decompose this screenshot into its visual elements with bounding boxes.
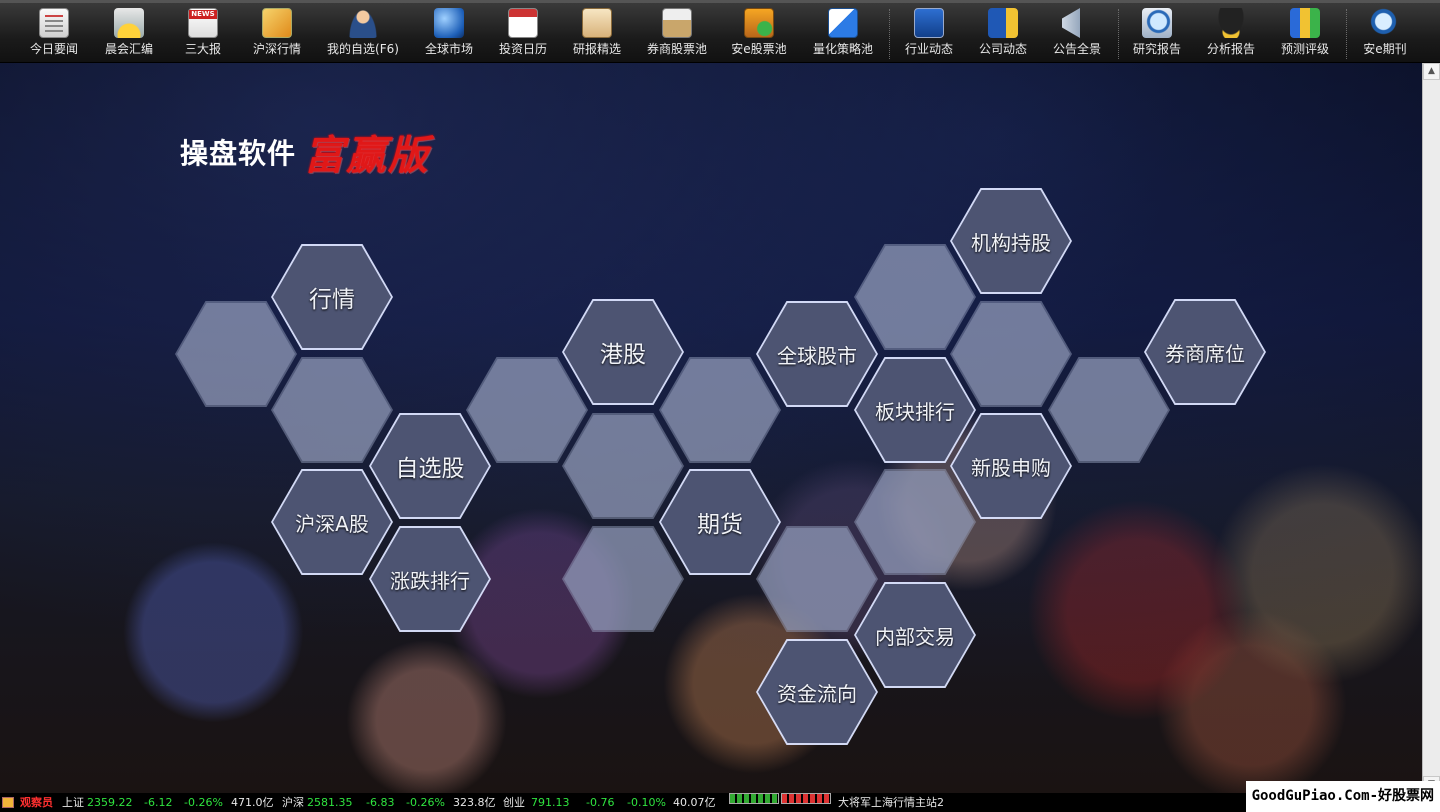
toolbar-btn-daily-news[interactable]: 今日要闻 (20, 6, 88, 62)
calendar-icon (508, 8, 538, 38)
megaphone-icon (1062, 8, 1080, 38)
toolbar-btn-broker-stock-pool[interactable]: 券商股票池 (640, 6, 714, 62)
hex-blank (1048, 357, 1170, 463)
hex-blank (562, 413, 684, 519)
hex-blank (466, 357, 588, 463)
toolbar-btn-sh-sz-quotes[interactable]: 沪深行情 (244, 6, 310, 62)
magnifier-icon (1370, 8, 1400, 38)
sz-index-amount: 323.8亿 (453, 796, 496, 809)
toolbar-separator (889, 9, 890, 59)
user-icon (348, 8, 378, 38)
rating-icon (1290, 8, 1320, 38)
toolbar-btn-quant-strategy-pool[interactable]: 量化策略池 (806, 6, 880, 62)
toolbar-separator (1346, 9, 1347, 59)
hex-watchlist[interactable]: 自选股 (369, 413, 491, 519)
hex-institutional-holdings[interactable]: 机构持股 (950, 188, 1072, 294)
building-icon (988, 8, 1018, 38)
cy-index-change: -0.76 (586, 796, 615, 809)
sh-index-change: -6.12 (144, 796, 173, 809)
sh-index-label: 上证 (62, 796, 84, 809)
product-logo: 操盘软件 富赢版 (180, 123, 430, 181)
hex-hk-stocks[interactable]: 港股 (562, 299, 684, 405)
toolbar-btn-research-reports[interactable]: 研究报告 (1124, 6, 1190, 62)
hex-a-shares[interactable]: 沪深A股 (271, 469, 393, 575)
news-icon (188, 8, 218, 38)
toolbar-btn-announcements[interactable]: 公告全景 (1044, 6, 1110, 62)
hex-global-stocks[interactable]: 全球股市 (756, 301, 878, 407)
sz-index-pct: -0.26% (406, 796, 445, 809)
sh-index-pct: -0.26% (184, 796, 223, 809)
logo-script: 富赢版 (304, 132, 431, 179)
globe-icon (434, 8, 464, 38)
cy-index-pct: -0.10% (627, 796, 666, 809)
monitor-chart-icon (914, 8, 944, 38)
hex-blank (756, 526, 878, 632)
hex-gainers-losers[interactable]: 涨跌排行 (369, 526, 491, 632)
hex-insider-trading[interactable]: 内部交易 (854, 582, 976, 688)
hex-blank (854, 469, 976, 575)
hex-blank (562, 526, 684, 632)
cy-index-label: 创业 (503, 796, 525, 809)
hex-ipo-subscription[interactable]: 新股申购 (950, 413, 1072, 519)
main-toolbar: 今日要闻 晨会汇编 三大报 沪深行情 我的自选(F6) 全球市场 投资日历 研报… (0, 0, 1440, 63)
cy-index-value: 791.13 (531, 796, 570, 809)
graduation-cap-icon (1216, 8, 1246, 38)
toolbar-btn-investment-calendar[interactable]: 投资日历 (490, 6, 556, 62)
toolbar-btn-analysis-reports[interactable]: 分析报告 (1198, 6, 1264, 62)
logo-text: 操盘软件 (180, 137, 297, 170)
toolbar-btn-my-watchlist[interactable]: 我的自选(F6) (322, 6, 404, 62)
server-name: 大将军上海行情主站2 (838, 796, 944, 809)
hex-broker-seats[interactable]: 券商席位 (1144, 299, 1266, 405)
clipboard-icon (582, 8, 612, 38)
toolbar-btn-e-stock-pool[interactable]: 安e股票池 (724, 6, 794, 62)
toolbar-separator (1118, 9, 1119, 59)
sz-index-change: -6.83 (366, 796, 395, 809)
market-status-bar: 观察员 上证 2359.22 -6.12 -0.26% 471.0亿 沪深 25… (0, 793, 1440, 812)
vertical-scrollbar[interactable]: ▲ ▼ (1422, 63, 1440, 793)
toolbar-btn-company-news[interactable]: 公司动态 (970, 6, 1036, 62)
status-menu-icon[interactable] (2, 797, 14, 808)
newspaper-icon (39, 8, 69, 38)
sz-index-value: 2581.35 (307, 796, 353, 809)
toolbar-btn-morning-brief[interactable]: 晨会汇编 (96, 6, 162, 62)
hex-capital-flow[interactable]: 资金流向 (756, 639, 878, 745)
sz-index-label: 沪深 (282, 796, 304, 809)
toolbar-btn-global-market[interactable]: 全球市场 (416, 6, 482, 62)
hex-blank (854, 244, 976, 350)
hex-blank (271, 357, 393, 463)
toolbar-btn-industry-news[interactable]: 行业动态 (896, 6, 962, 62)
hex-quotes[interactable]: 行情 (271, 244, 393, 350)
sh-index-amount: 471.0亿 (231, 796, 274, 809)
breadth-meter-up (729, 793, 779, 804)
hex-sector-ranking[interactable]: 板块排行 (854, 357, 976, 463)
cy-index-amount: 40.07亿 (673, 796, 716, 809)
strategy-icon (828, 8, 858, 38)
scroll-up-arrow-icon[interactable]: ▲ (1423, 63, 1440, 80)
market-chart-icon (262, 8, 292, 38)
site-watermark: GoodGuPiao.Com-好股票网 (1245, 781, 1440, 812)
toolbar-btn-forecast-rating[interactable]: 预测评级 (1272, 6, 1338, 62)
hex-blank (950, 301, 1072, 407)
hex-blank (175, 301, 297, 407)
e-stock-pool-icon (744, 8, 774, 38)
stock-pool-icon (662, 8, 692, 38)
hex-futures[interactable]: 期货 (659, 469, 781, 575)
toolbar-btn-research-picks[interactable]: 研报精选 (564, 6, 630, 62)
toolbar-btn-three-papers[interactable]: 三大报 (172, 6, 234, 62)
magnifier-report-icon (1142, 8, 1172, 38)
sh-index-value: 2359.22 (87, 796, 133, 809)
user-role: 观察员 (20, 796, 53, 809)
toolbar-btn-e-journal[interactable]: 安e期刊 (1354, 6, 1416, 62)
sunrise-icon (114, 8, 144, 38)
hex-blank (659, 357, 781, 463)
home-hex-panel: 操盘软件 富赢版 行情 港股 全球股市 机构持股 券商席位 自选股 板块排行 新… (0, 63, 1422, 793)
breadth-meter-down (781, 793, 831, 804)
